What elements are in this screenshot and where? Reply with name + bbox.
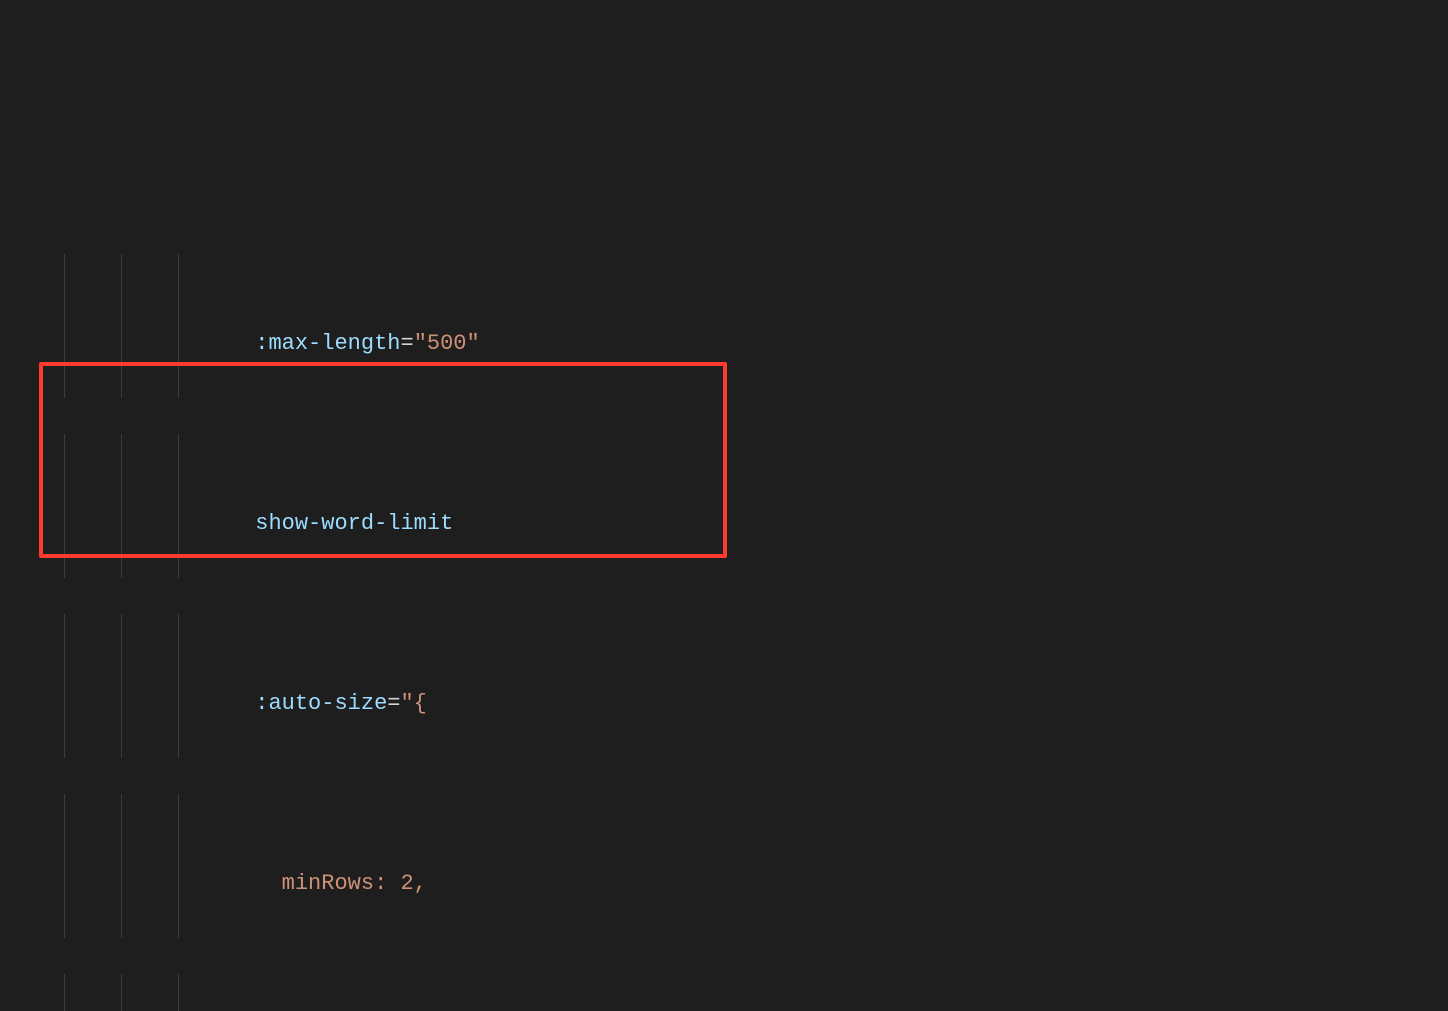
code-line[interactable]: }" bbox=[0, 974, 1448, 1010]
code-editor[interactable]: :max-length="500" show-word-limit :auto-… bbox=[0, 0, 1448, 1011]
code-line[interactable]: show-word-limit bbox=[0, 434, 1448, 470]
code-line[interactable]: :auto-size="{ bbox=[0, 614, 1448, 650]
code-line[interactable]: minRows: 2, bbox=[0, 794, 1448, 830]
code-line[interactable]: :max-length="500" bbox=[0, 254, 1448, 290]
